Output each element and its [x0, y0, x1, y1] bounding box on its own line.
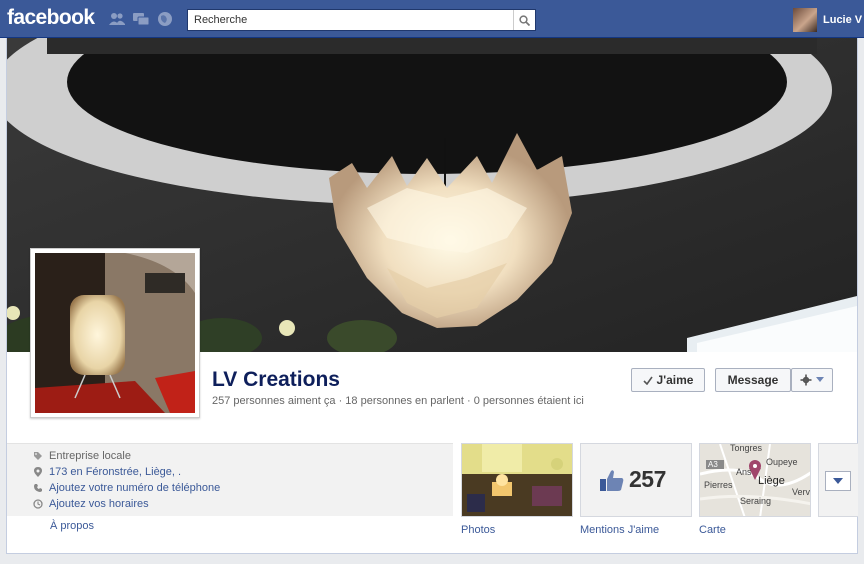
category-text: Entreprise locale	[49, 450, 131, 462]
like-button-label: J'aime	[656, 373, 694, 387]
clock-icon	[33, 499, 43, 509]
map-app-tile[interactable]: Tongres Oupeye Ans Liège Pierres Seraing…	[699, 443, 811, 517]
friend-requests-icon[interactable]	[108, 11, 126, 27]
page-title: LV Creations	[212, 368, 340, 391]
likes-summary: 257	[599, 466, 666, 493]
map-label-tongres: Tongres	[730, 443, 763, 453]
about-box: Entreprise locale 173 en Féronstrée, Liè…	[7, 443, 453, 516]
about-category: Entreprise locale	[33, 450, 131, 462]
photos-app-tile[interactable]	[461, 443, 573, 517]
notifications-icon[interactable]	[156, 11, 174, 27]
map-label-liege: Liège	[758, 475, 785, 487]
photos-app-label[interactable]: Photos	[461, 524, 495, 536]
location-pin-icon	[34, 467, 42, 477]
likes-count: 257	[629, 466, 666, 492]
message-button-label: Message	[727, 373, 779, 387]
page-stats: 257 personnes aiment ça · 18 personnes e…	[212, 395, 584, 407]
likes-app-label[interactable]: Mentions J'aime	[580, 524, 659, 536]
map-label-ans: Ans	[736, 467, 752, 477]
like-button[interactable]: J'aime	[631, 368, 705, 392]
message-button[interactable]: Message	[715, 368, 791, 392]
about-hours[interactable]: Ajoutez vos horaires	[33, 498, 149, 510]
more-apps-button[interactable]	[825, 471, 851, 491]
map-label-pierres: Pierres	[704, 480, 733, 490]
user-name[interactable]: Lucie V	[823, 14, 862, 26]
tag-icon	[34, 452, 42, 460]
search-input[interactable]	[188, 10, 508, 30]
profile-picture[interactable]	[30, 248, 200, 418]
gear-icon	[800, 374, 812, 386]
map-label-a3: A3	[708, 460, 718, 469]
phone-icon	[34, 484, 42, 492]
address-link[interactable]: 173 en Féronstrée, Liège, .	[49, 466, 181, 478]
settings-dropdown-button[interactable]	[791, 368, 833, 392]
map-label-seraing: Seraing	[740, 496, 772, 506]
chevron-down-icon	[816, 377, 824, 382]
map-app-label[interactable]: Carte	[699, 524, 726, 536]
map-label-oupeye: Oupeye	[766, 457, 798, 467]
avatar[interactable]	[793, 8, 817, 32]
add-hours-link[interactable]: Ajoutez vos horaires	[49, 498, 149, 510]
facebook-logo[interactable]: facebook	[7, 6, 95, 30]
user-profile-link[interactable]: Lucie V	[793, 8, 862, 32]
about-link[interactable]: À propos	[50, 520, 94, 532]
notification-jewels	[108, 11, 174, 27]
search-button[interactable]	[513, 10, 535, 30]
map-label-vervi: Vervi	[792, 487, 811, 497]
checkmark-icon	[642, 376, 653, 385]
add-phone-link[interactable]: Ajoutez votre numéro de téléphone	[49, 482, 220, 494]
thumbs-up-icon	[600, 469, 624, 491]
chevron-down-icon	[833, 478, 843, 484]
search-icon	[519, 14, 530, 26]
search-box	[187, 9, 536, 31]
messages-icon[interactable]	[132, 11, 150, 27]
page-timeline: LV Creations 257 personnes aiment ça · 1…	[6, 38, 858, 554]
about-phone[interactable]: Ajoutez votre numéro de téléphone	[33, 482, 220, 494]
top-bar: facebook Lucie V	[0, 0, 864, 38]
more-apps-panel	[818, 443, 858, 517]
about-address[interactable]: 173 en Féronstrée, Liège, .	[33, 466, 181, 478]
likes-app-tile[interactable]: 257	[580, 443, 692, 517]
